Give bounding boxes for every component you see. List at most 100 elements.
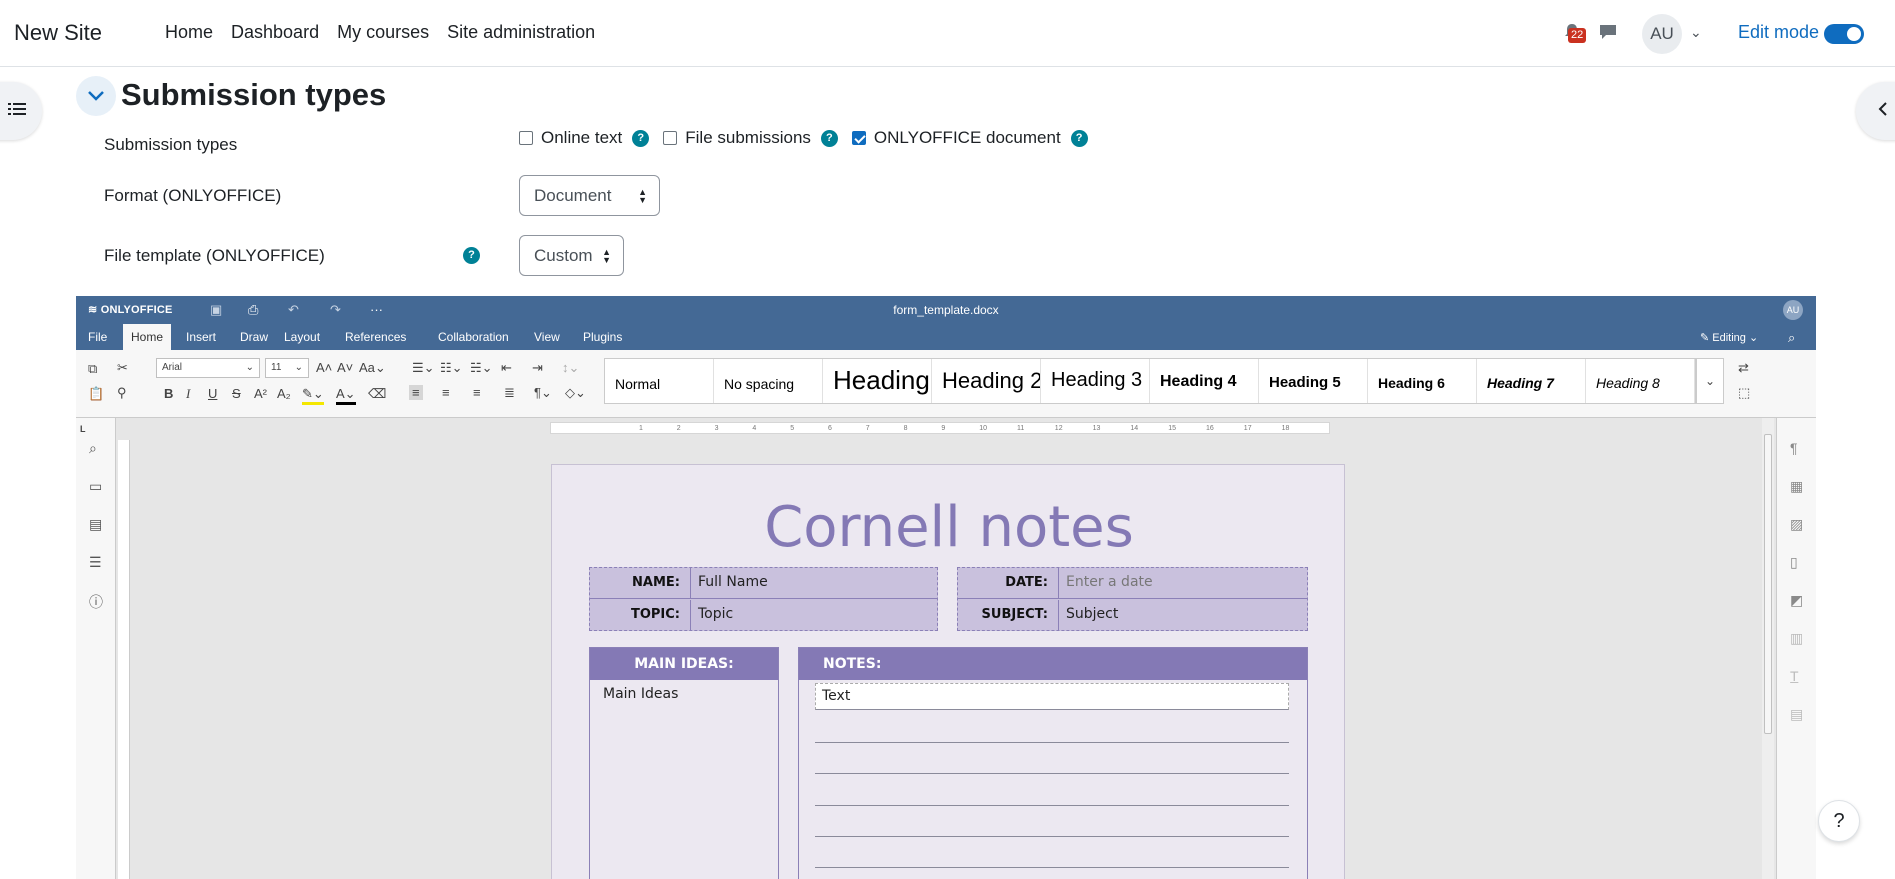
- chart-settings-icon[interactable]: ▥: [1790, 630, 1803, 647]
- style-heading-4[interactable]: Heading 4: [1150, 359, 1259, 403]
- paragraph-settings-icon[interactable]: ¶: [1790, 440, 1798, 456]
- scrollbar-thumb[interactable]: [1764, 434, 1772, 734]
- messages-icon[interactable]: [1598, 22, 1618, 42]
- style-normal[interactable]: Normal: [605, 359, 714, 403]
- file-template-help-icon[interactable]: ?: [463, 247, 480, 264]
- clear-style-icon[interactable]: ⌫: [368, 386, 386, 402]
- tab-collaboration[interactable]: Collaboration: [430, 324, 517, 350]
- change-case-icon[interactable]: Aa⌄: [359, 360, 386, 376]
- style-gallery-expand-chevron-icon[interactable]: ⌄: [1696, 358, 1724, 404]
- decrease-font-icon[interactable]: A˅: [337, 360, 353, 375]
- edit-mode-toggle[interactable]: [1824, 24, 1864, 44]
- header-footer-settings-icon[interactable]: ▯: [1790, 554, 1798, 571]
- file-submissions-checkbox[interactable]: [663, 131, 678, 145]
- underline-icon[interactable]: U: [208, 386, 217, 401]
- font-size-select[interactable]: 11 ⌄: [265, 358, 309, 378]
- table-settings-icon[interactable]: ▦: [1790, 478, 1803, 495]
- date-field[interactable]: Enter a date: [1066, 574, 1153, 590]
- user-avatar[interactable]: AU: [1642, 14, 1682, 54]
- chat-icon[interactable]: ▤: [89, 516, 102, 533]
- notes-text-field[interactable]: Text: [815, 683, 1289, 710]
- site-brand[interactable]: New Site: [14, 20, 102, 46]
- strikethrough-icon[interactable]: S: [232, 386, 241, 401]
- nav-link-dashboard[interactable]: Dashboard: [231, 22, 319, 43]
- select-all-icon[interactable]: ⬚: [1738, 385, 1750, 401]
- online-text-checkbox[interactable]: [519, 131, 533, 145]
- style-no-spacing[interactable]: No spacing: [714, 359, 823, 403]
- nav-link-my-courses[interactable]: My courses: [337, 22, 429, 43]
- italic-icon[interactable]: I: [186, 386, 190, 402]
- style-heading-2[interactable]: Heading 2: [932, 359, 1041, 403]
- text-art-settings-icon[interactable]: T̲: [1790, 668, 1799, 684]
- subscript-icon[interactable]: A₂: [277, 386, 291, 401]
- form-settings-icon[interactable]: ▤: [1790, 706, 1803, 723]
- style-heading-3[interactable]: Heading 3: [1041, 359, 1150, 403]
- font-name-select[interactable]: Arial ⌄: [156, 358, 260, 378]
- user-menu-chevron-down-icon[interactable]: ⌄: [1690, 24, 1702, 41]
- align-right-icon[interactable]: ≡: [473, 385, 481, 400]
- justify-icon[interactable]: ≣: [504, 385, 515, 401]
- multilevel-list-icon[interactable]: ☵⌄: [470, 360, 493, 376]
- nonprinting-characters-icon[interactable]: ¶⌄: [534, 385, 552, 401]
- tab-view[interactable]: View: [526, 324, 568, 350]
- onlyoffice-document-help-icon[interactable]: ?: [1070, 129, 1088, 147]
- file-submissions-help-icon[interactable]: ?: [820, 129, 838, 147]
- topic-field[interactable]: Topic: [698, 606, 733, 622]
- tab-draw[interactable]: Draw: [232, 324, 276, 350]
- block-drawer-button[interactable]: [1856, 82, 1895, 140]
- align-center-icon[interactable]: ≡: [442, 385, 450, 400]
- nav-link-home[interactable]: Home: [165, 22, 213, 43]
- editor-vertical-scrollbar[interactable]: [1762, 418, 1774, 879]
- bullet-list-icon[interactable]: ☰⌄: [412, 360, 435, 376]
- numbered-list-icon[interactable]: ☷⌄: [440, 360, 463, 376]
- online-text-help-icon[interactable]: ?: [632, 129, 650, 147]
- format-painter-icon[interactable]: ⚲: [117, 385, 127, 401]
- shape-settings-icon[interactable]: ◩: [1790, 592, 1803, 609]
- line-spacing-icon[interactable]: ↕⌄: [562, 360, 579, 376]
- tab-file[interactable]: File: [80, 324, 115, 350]
- image-settings-icon[interactable]: ▨: [1790, 516, 1803, 533]
- tab-home[interactable]: Home: [123, 324, 172, 350]
- style-heading-5[interactable]: Heading 5: [1259, 359, 1368, 403]
- format-select[interactable]: Document ▲ ▼: [519, 175, 660, 216]
- tab-stop-icon[interactable]: L: [80, 424, 86, 434]
- course-index-drawer-button[interactable]: [0, 82, 42, 140]
- copy-icon[interactable]: ⧉: [88, 361, 97, 377]
- increase-indent-icon[interactable]: ⇥: [532, 360, 543, 376]
- cut-icon[interactable]: ✂: [117, 360, 128, 376]
- tab-plugins[interactable]: Plugins: [575, 324, 630, 350]
- paste-icon[interactable]: 📋: [88, 386, 104, 402]
- online-text-label[interactable]: Online text: [541, 128, 622, 148]
- align-left-icon[interactable]: ≡: [409, 385, 423, 400]
- decrease-indent-icon[interactable]: ⇤: [501, 360, 512, 376]
- increase-font-icon[interactable]: A˄: [316, 360, 332, 375]
- search-icon[interactable]: ⌕: [89, 440, 97, 457]
- subject-field[interactable]: Subject: [1066, 606, 1118, 622]
- main-ideas-field[interactable]: Main Ideas: [603, 686, 678, 702]
- font-color-icon[interactable]: A⌄: [336, 386, 356, 405]
- replace-icon[interactable]: ⇄: [1738, 360, 1749, 376]
- file-template-select[interactable]: Custom ▲ ▼: [519, 235, 624, 276]
- onlyoffice-document-label[interactable]: ONLYOFFICE document: [874, 128, 1061, 148]
- superscript-icon[interactable]: A²: [254, 386, 267, 401]
- editor-search-icon[interactable]: ⌕: [1788, 330, 1795, 346]
- name-field[interactable]: Full Name: [698, 574, 768, 590]
- style-heading-8[interactable]: Heading 8: [1586, 359, 1695, 403]
- navigation-icon[interactable]: ☰: [89, 554, 102, 571]
- style-heading-1[interactable]: Heading 1: [823, 359, 932, 403]
- comments-icon[interactable]: ▭: [89, 478, 102, 495]
- help-button[interactable]: ?: [1818, 800, 1860, 842]
- section-collapse-button[interactable]: [76, 76, 116, 116]
- bold-icon[interactable]: B: [164, 386, 173, 401]
- nav-link-site-administration[interactable]: Site administration: [447, 22, 595, 43]
- style-heading-7[interactable]: Heading 7: [1477, 359, 1586, 403]
- editor-user-avatar[interactable]: AU: [1783, 300, 1803, 320]
- editing-mode-dropdown[interactable]: ✎ Editing ⌄: [1700, 331, 1758, 344]
- onlyoffice-document-checkbox[interactable]: [851, 131, 866, 145]
- about-info-icon[interactable]: ⓘ: [89, 592, 103, 612]
- tab-insert[interactable]: Insert: [178, 324, 224, 350]
- tab-layout[interactable]: Layout: [276, 324, 328, 350]
- highlight-color-icon[interactable]: ✎⌄: [302, 386, 324, 405]
- shading-icon[interactable]: ◇⌄: [565, 385, 586, 401]
- tab-references[interactable]: References: [337, 324, 414, 350]
